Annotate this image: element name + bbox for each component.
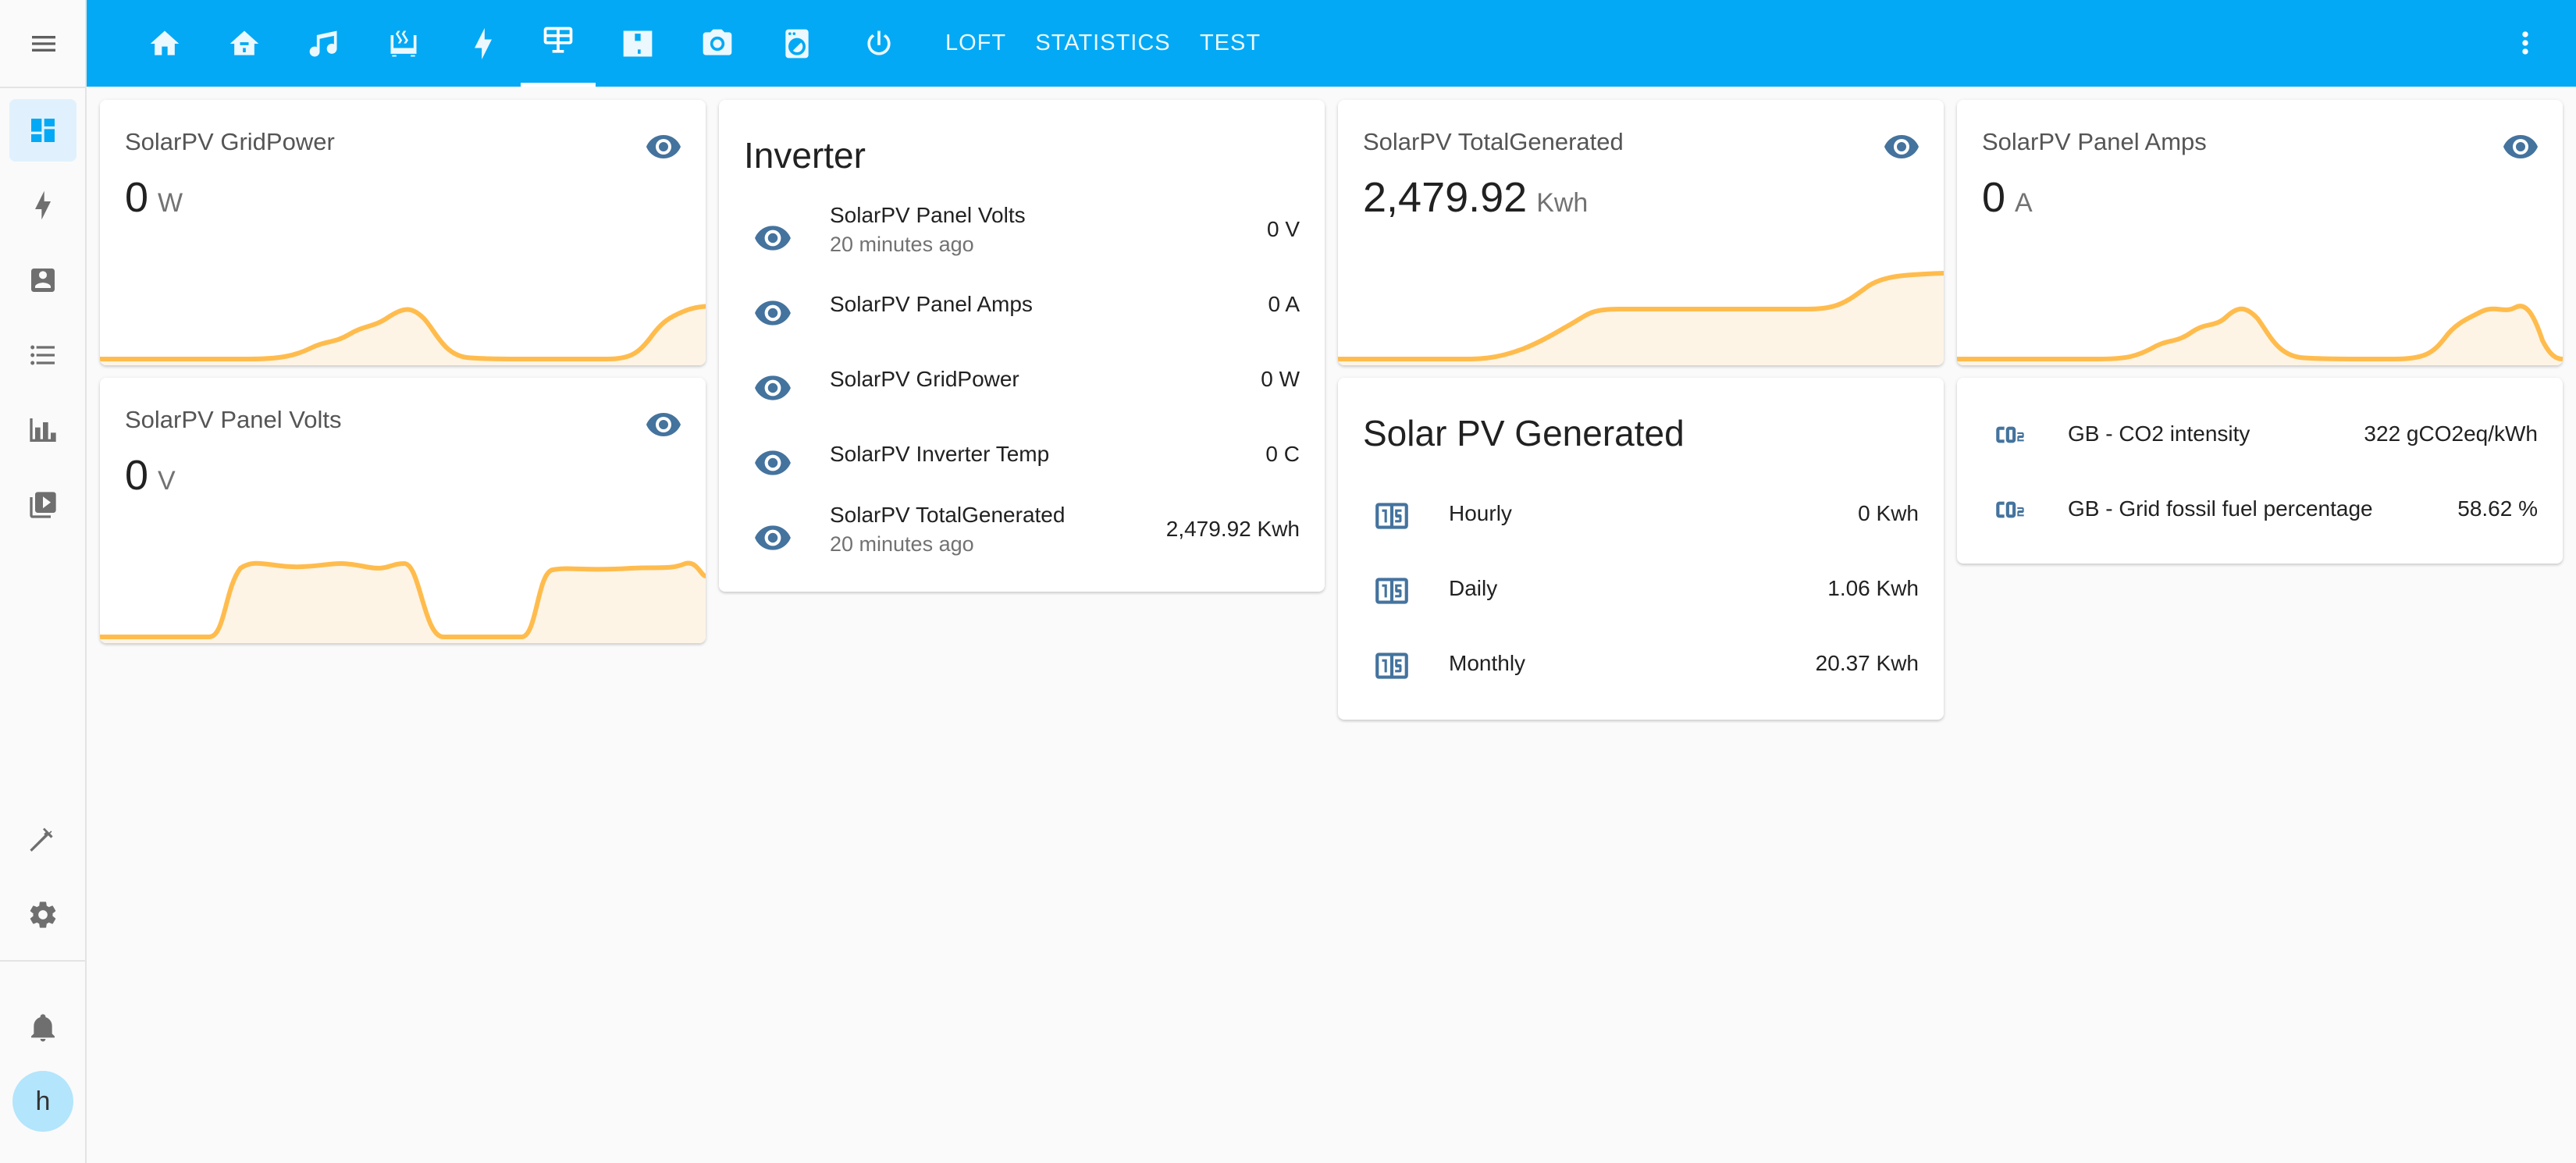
sensor-card-total-generated[interactable]: SolarPV TotalGenerated 2,479.92 Kwh — [1338, 100, 1944, 365]
sidebar-item-overview[interactable] — [9, 99, 76, 162]
sensor-value: 0A — [1982, 174, 2033, 221]
gear-icon — [27, 899, 59, 930]
hammer-icon — [27, 824, 59, 855]
washing-machine-icon — [780, 27, 814, 61]
account-box-icon — [27, 265, 59, 296]
entity-row-total-generated[interactable]: SolarPV TotalGenerated 20 minutes ago 2,… — [719, 501, 1325, 571]
entities-card-inverter: Inverter SolarPV Panel Volts 20 minutes … — [719, 100, 1325, 592]
lightning-icon — [27, 190, 59, 221]
sidebar-divider — [0, 960, 87, 962]
tab-floor-plan[interactable] — [608, 0, 667, 87]
eye-icon — [753, 368, 792, 407]
camera-icon — [700, 27, 735, 61]
entity-row-co2-intensity[interactable]: GB - CO2 intensity 322 gCO2eq/kWh — [1957, 400, 2563, 470]
tab-power[interactable] — [849, 0, 909, 87]
sparkline-graph — [1338, 271, 1944, 365]
entity-row-panel-amps[interactable]: SolarPV Panel Amps 0 A — [719, 276, 1325, 347]
power-icon — [862, 27, 896, 61]
music-icon — [307, 27, 341, 61]
media-icon — [27, 489, 59, 521]
sparkline-graph — [100, 304, 706, 365]
card-title: Solar PV Generated — [1363, 413, 1685, 453]
entity-row-inverter-temp[interactable]: SolarPV Inverter Temp 0 C — [719, 426, 1325, 496]
sparkline-graph — [1957, 304, 2563, 365]
floor-plan-icon — [621, 27, 655, 61]
sensor-value: 0W — [125, 174, 183, 221]
tab-camera[interactable] — [688, 0, 747, 87]
counter-icon — [1372, 571, 1411, 610]
entity-row-daily[interactable]: Daily 1.06 Kwh — [1338, 554, 1944, 624]
tab-loft[interactable]: LOFT — [930, 0, 1022, 87]
co2-icon — [1991, 490, 2030, 529]
tab-home[interactable] — [135, 0, 194, 87]
sensor-card-grid-power[interactable]: SolarPV GridPower 0W — [100, 100, 706, 365]
sidebar-item-logbook[interactable] — [9, 324, 76, 386]
eye-icon — [753, 443, 792, 482]
counter-icon — [1372, 496, 1411, 535]
lightning-icon — [466, 27, 500, 61]
solar-panel-icon — [541, 24, 575, 59]
eye-icon — [2502, 128, 2539, 165]
sensor-name: SolarPV GridPower — [125, 128, 335, 155]
eye-icon — [645, 406, 682, 443]
menu-button[interactable] — [0, 0, 87, 87]
sidebar: h — [0, 0, 87, 1163]
tab-solar[interactable] — [521, 0, 596, 87]
counter-icon — [1372, 646, 1411, 685]
chart-icon — [27, 414, 59, 446]
sensor-card-panel-amps[interactable]: SolarPV Panel Amps 0A — [1957, 100, 2563, 365]
overflow-menu-button[interactable] — [2506, 23, 2545, 62]
menu-icon — [28, 28, 59, 59]
sensor-name: SolarPV TotalGenerated — [1363, 128, 1624, 155]
sensor-name: SolarPV Panel Amps — [1982, 128, 2207, 155]
sidebar-item-media[interactable] — [9, 474, 76, 536]
eye-icon — [753, 293, 792, 333]
tab-music[interactable] — [294, 0, 354, 87]
entity-row-grid-power[interactable]: SolarPV GridPower 0 W — [719, 351, 1325, 421]
tab-test[interactable]: TEST — [1187, 0, 1273, 87]
sensor-value: 0V — [125, 452, 176, 499]
tab-heating[interactable] — [374, 0, 433, 87]
eye-icon — [753, 518, 792, 557]
bell-icon — [27, 1012, 59, 1043]
entity-row-monthly[interactable]: Monthly 20.37 Kwh — [1338, 629, 1944, 699]
tab-energy[interactable] — [454, 0, 513, 87]
avatar[interactable]: h — [12, 1071, 73, 1132]
home-floor-icon — [227, 27, 262, 61]
entity-row-hourly[interactable]: Hourly 0 Kwh — [1338, 479, 1944, 549]
sensor-value: 2,479.92 Kwh — [1363, 174, 1589, 221]
tab-washing-machine[interactable] — [767, 0, 827, 87]
sidebar-item-map[interactable] — [9, 249, 76, 311]
dashboard-icon — [27, 115, 59, 146]
sidebar-divider — [0, 87, 87, 88]
entity-row-panel-volts[interactable]: SolarPV Panel Volts 20 minutes ago 0 V — [719, 201, 1325, 272]
sidebar-item-notifications[interactable] — [9, 996, 76, 1058]
home-icon — [148, 27, 182, 61]
sensor-name: SolarPV Panel Volts — [125, 406, 342, 433]
co2-icon — [1991, 415, 2030, 454]
entities-card-solar-generated: Solar PV Generated Hourly 0 Kwh Daily 1.… — [1338, 378, 1944, 720]
tab-statistics[interactable]: STATISTICS — [1026, 0, 1179, 87]
eye-icon — [645, 128, 682, 165]
sidebar-item-history[interactable] — [9, 399, 76, 461]
sidebar-item-energy[interactable] — [9, 174, 76, 237]
tab-home-floor[interactable] — [215, 0, 274, 87]
eye-icon — [753, 219, 792, 258]
top-app-bar: LOFT STATISTICS TEST — [87, 0, 2576, 87]
radiator-icon — [386, 27, 421, 61]
card-title: Inverter — [744, 135, 866, 176]
avatar-letter: h — [35, 1086, 51, 1116]
sparkline-graph — [100, 560, 706, 643]
entity-row-fossil-fuel-percentage[interactable]: GB - Grid fossil fuel percentage 58.62 % — [1957, 475, 2563, 545]
sidebar-item-settings[interactable] — [9, 884, 76, 946]
entities-card-co2: GB - CO2 intensity 322 gCO2eq/kWh GB - G… — [1957, 378, 2563, 564]
sensor-card-panel-volts[interactable]: SolarPV Panel Volts 0V — [100, 378, 706, 643]
sidebar-item-developer-tools[interactable] — [9, 809, 76, 871]
eye-icon — [1883, 128, 1920, 165]
dots-vertical-icon — [2508, 26, 2542, 60]
list-icon — [27, 340, 59, 371]
